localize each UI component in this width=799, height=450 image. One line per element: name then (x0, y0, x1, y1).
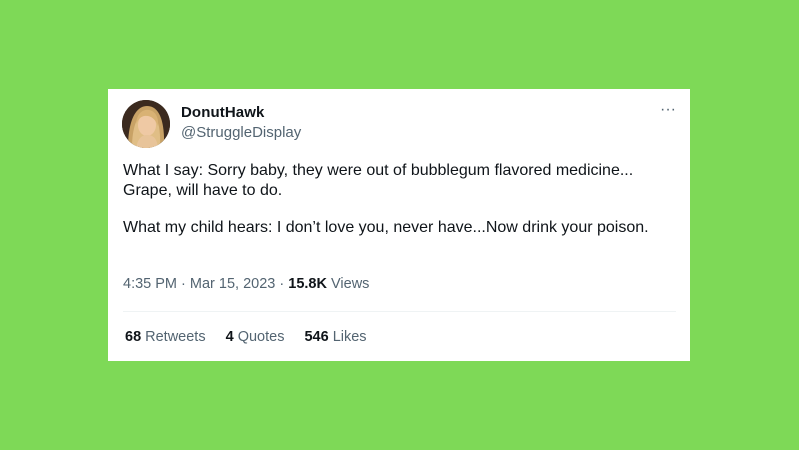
quotes-label: Quotes (237, 329, 285, 345)
tweet-card: DonutHawk @StruggleDisplay ··· What I sa… (108, 89, 690, 361)
retweets-label: Retweets (145, 329, 206, 345)
quotes-count: 4 (225, 329, 234, 345)
meta-separator: · (181, 276, 186, 292)
tweet-time[interactable]: 4:35 PM (123, 276, 177, 292)
tweet-text: What I say: Sorry baby, they were out of… (123, 161, 679, 238)
meta-separator: · (279, 276, 285, 292)
avatar-photo (122, 100, 170, 148)
likes-label: Likes (332, 329, 367, 345)
likes-count: 546 (304, 329, 329, 345)
tweet-date[interactable]: Mar 15, 2023 (190, 276, 275, 292)
quotes-stat[interactable]: 4 Quotes (226, 329, 285, 345)
avatar[interactable] (122, 100, 170, 148)
divider (123, 311, 676, 312)
tweet-paragraph: What my child hears: I don’t love you, n… (123, 219, 649, 236)
tweet-meta: 4:35 PM · Mar 15, 2023 · 15.8K Views (123, 276, 369, 292)
tweet-paragraph: What I say: Sorry baby, they were out of… (123, 162, 634, 199)
views-label: Views (331, 276, 370, 292)
likes-stat[interactable]: 546 Likes (304, 329, 366, 345)
engagement-stats: 68 Retweets 4 Quotes 546 Likes (125, 329, 383, 345)
retweets-stat[interactable]: 68 Retweets (125, 329, 206, 345)
display-name[interactable]: DonutHawk (181, 104, 264, 121)
user-handle[interactable]: @StruggleDisplay (181, 124, 301, 141)
more-options-icon[interactable]: ··· (656, 101, 680, 119)
retweets-count: 68 (125, 329, 142, 345)
views-count: 15.8K (288, 276, 327, 292)
